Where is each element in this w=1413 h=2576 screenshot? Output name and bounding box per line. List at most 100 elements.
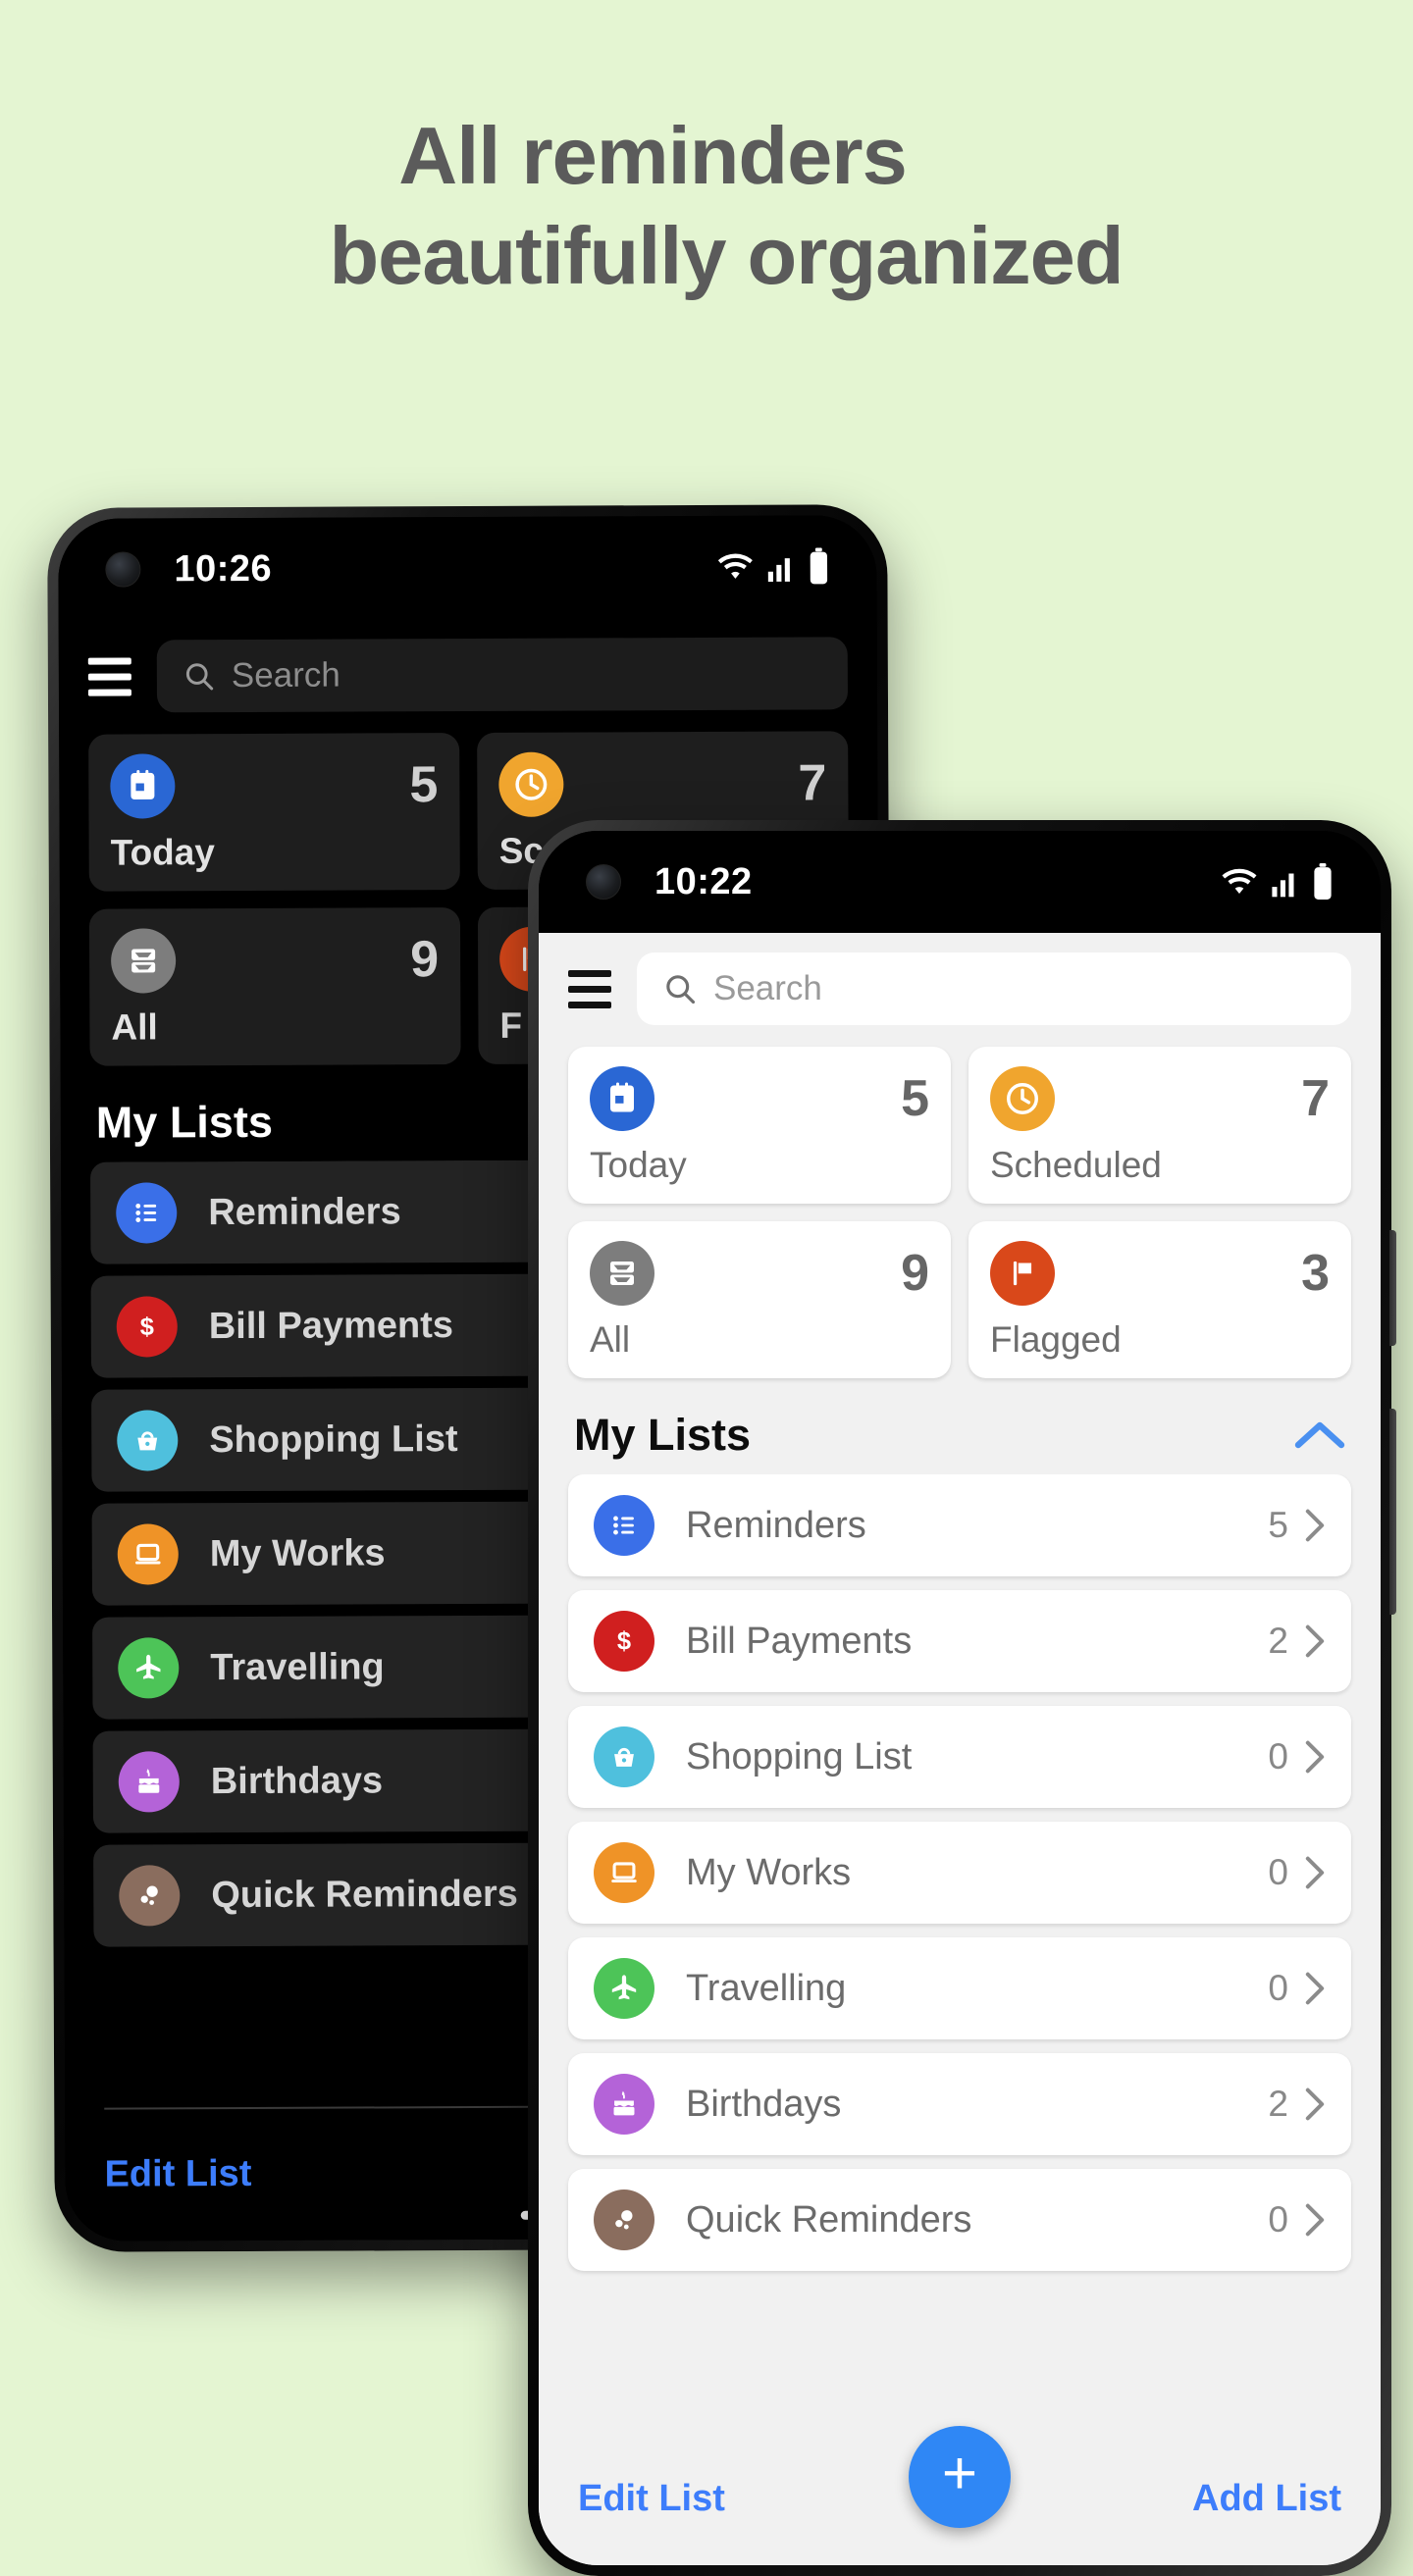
chevron-right-icon[interactable] xyxy=(1304,1508,1326,1543)
inbox-icon xyxy=(110,928,177,994)
basket-icon xyxy=(117,1410,179,1471)
laptop-icon xyxy=(594,1842,654,1903)
chevron-right-icon[interactable] xyxy=(1304,1739,1326,1775)
status-bar-clock: 10:26 xyxy=(174,547,273,590)
status-bar-front: 10:22 xyxy=(539,831,1381,933)
edit-list-button[interactable]: Edit List xyxy=(104,2152,251,2195)
front-camera-punch-hole-icon xyxy=(105,551,141,588)
svg-text:$: $ xyxy=(617,1628,631,1656)
calendar-icon xyxy=(590,1066,654,1131)
summary-count: 7 xyxy=(798,754,827,812)
list-item-label: My Works xyxy=(209,1531,386,1574)
list-item-label: Birthdays xyxy=(686,2083,842,2125)
inbox-icon xyxy=(590,1241,654,1306)
list-item-label: Quick Reminders xyxy=(686,2198,972,2241)
summary-label: All xyxy=(590,1319,631,1360)
summary-card-all[interactable]: 9 All xyxy=(88,907,461,1066)
list-item-label: Reminders xyxy=(208,1190,401,1233)
search-input[interactable]: Search xyxy=(156,637,849,713)
list-item-label: Quick Reminders xyxy=(211,1873,518,1916)
list-item-count: 5 xyxy=(1268,1505,1288,1545)
list-item[interactable]: Reminders 5 xyxy=(568,1474,1351,1576)
app-screen-front: Search 5 Today 7 Scheduled 9 All 3 Flagg… xyxy=(539,933,1381,2565)
svg-text:$: $ xyxy=(140,1314,154,1341)
summary-label: Scheduled xyxy=(990,1145,1162,1185)
clock-icon xyxy=(498,751,564,817)
dollar-icon: $ xyxy=(116,1296,178,1358)
signal-icon xyxy=(1272,873,1294,898)
list-item-label: Travelling xyxy=(686,1967,847,2009)
list-item-count: 2 xyxy=(1268,1621,1288,1661)
add-list-button[interactable]: Add List xyxy=(1192,2478,1341,2520)
summary-card-flagged[interactable]: 3 Flagged xyxy=(968,1221,1351,1378)
list-item-count: 0 xyxy=(1268,1852,1288,1892)
list-item[interactable]: My Works 0 xyxy=(568,1822,1351,1924)
list-item-label: Bill Payments xyxy=(208,1304,454,1347)
bubbles-icon xyxy=(119,1865,181,1927)
list-item[interactable]: Birthdays 2 xyxy=(568,2053,1351,2155)
list-item-label: Shopping List xyxy=(209,1417,458,1461)
list-item[interactable]: Travelling 0 xyxy=(568,1937,1351,2039)
search-input[interactable]: Search xyxy=(637,953,1351,1025)
list-item[interactable]: Shopping List 0 xyxy=(568,1706,1351,1808)
list-item-label: Shopping List xyxy=(686,1735,913,1777)
chevron-right-icon[interactable] xyxy=(1304,1623,1326,1659)
list-item-count: 0 xyxy=(1268,1736,1288,1777)
my-lists-title: My Lists xyxy=(95,1096,274,1148)
airplane-icon xyxy=(594,1958,654,2019)
list-item[interactable]: $ Bill Payments 2 xyxy=(568,1590,1351,1692)
chevron-right-icon[interactable] xyxy=(1304,1971,1326,2006)
power-button[interactable] xyxy=(1389,1409,1396,1615)
summary-card-all[interactable]: 9 All xyxy=(568,1221,951,1378)
summary-count: 3 xyxy=(1301,1245,1330,1302)
cake-icon xyxy=(118,1751,180,1813)
clock-icon xyxy=(990,1066,1055,1131)
summary-cards-front: 5 Today 7 Scheduled 9 All 3 Flagged xyxy=(539,1041,1381,1388)
hamburger-menu-icon[interactable] xyxy=(568,969,611,1008)
summary-card-scheduled[interactable]: 7 Scheduled xyxy=(968,1047,1351,1204)
summary-card-today[interactable]: 5 Today xyxy=(88,733,460,892)
search-row-back: Search xyxy=(59,617,877,729)
signal-icon xyxy=(767,558,790,582)
list-item-label: Bill Payments xyxy=(686,1620,913,1662)
bottom-bar-front: Edit List + Add List xyxy=(539,2426,1381,2565)
dollar-icon: $ xyxy=(594,1611,654,1672)
bubbles-icon xyxy=(594,2190,654,2250)
summary-card-today[interactable]: 5 Today xyxy=(568,1047,951,1204)
summary-label: Today xyxy=(110,832,215,873)
list-item-count: 2 xyxy=(1268,2084,1288,2124)
list-item[interactable]: Quick Reminders 0 xyxy=(568,2169,1351,2271)
chevron-right-icon[interactable] xyxy=(1304,1855,1326,1890)
summary-count: 5 xyxy=(901,1070,929,1127)
chevron-right-icon[interactable] xyxy=(1304,2087,1326,2122)
my-lists-title: My Lists xyxy=(574,1410,752,1460)
headline-line-2: beautifully organized xyxy=(329,210,1124,302)
search-icon xyxy=(666,975,696,1005)
basket-icon xyxy=(594,1726,654,1787)
volume-button[interactable] xyxy=(1389,1230,1396,1346)
calendar-icon xyxy=(110,753,176,819)
phone-mockup-front: 10:22 Search 5 Today 7 Scheduled 9 All 3… xyxy=(528,820,1396,2576)
list-item-count: 0 xyxy=(1268,2199,1288,2240)
summary-label: Flagged xyxy=(990,1319,1122,1360)
airplane-icon xyxy=(118,1637,180,1699)
chevron-up-icon[interactable] xyxy=(1294,1419,1345,1451)
my-lists-front: Reminders 5 $ Bill Payments 2 Shopping L… xyxy=(539,1474,1381,2285)
summary-count: 9 xyxy=(901,1245,929,1302)
list-item-count: 0 xyxy=(1268,1968,1288,2008)
battery-icon xyxy=(1314,863,1332,900)
headline-line-1: All reminders xyxy=(398,110,907,201)
chevron-right-icon[interactable] xyxy=(1304,2202,1326,2238)
hamburger-menu-icon[interactable] xyxy=(87,657,131,696)
summary-label: All xyxy=(111,1006,158,1048)
status-bar-back: 10:26 xyxy=(58,515,877,621)
add-reminder-fab[interactable]: + xyxy=(909,2426,1011,2528)
list-item-label: Birthdays xyxy=(210,1759,384,1802)
page-title: All reminders beautifully organized xyxy=(0,106,1413,306)
summary-label: Today xyxy=(590,1145,687,1185)
search-icon xyxy=(185,663,214,691)
search-placeholder: Search xyxy=(231,655,340,696)
list-bullet-icon xyxy=(116,1182,178,1244)
edit-list-button[interactable]: Edit List xyxy=(578,2478,725,2520)
wifi-icon xyxy=(1222,868,1257,894)
